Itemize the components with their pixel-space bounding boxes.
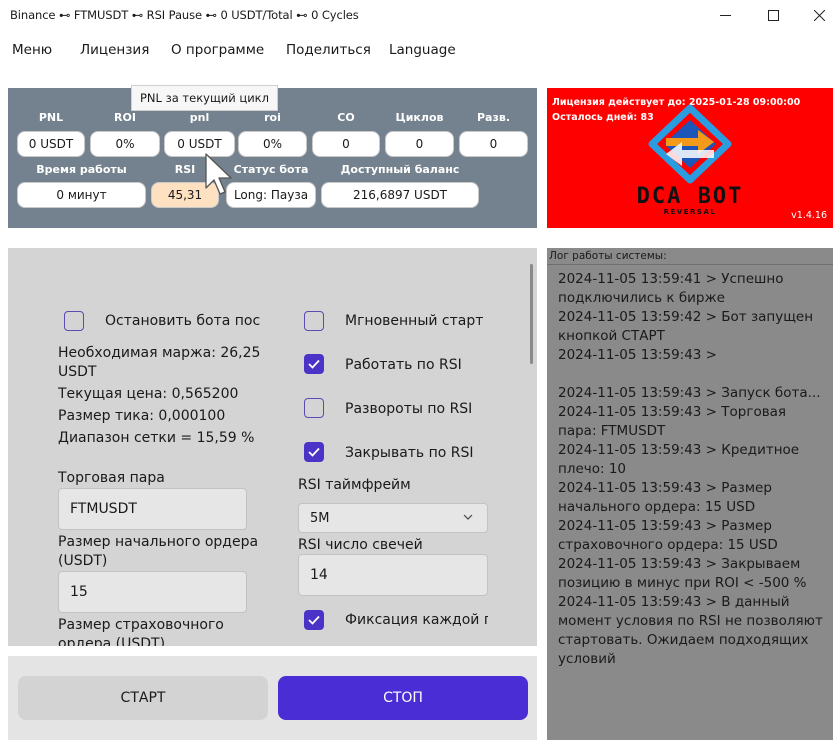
- bot-status-label: Статус бота: [233, 163, 309, 176]
- close-rsi-label: Закрывать по RSI: [345, 445, 474, 461]
- minimize-icon: [719, 14, 731, 16]
- license-banner: Лицензия действует до: 2025-01-28 09:00:…: [547, 88, 833, 228]
- grid-range-text: Диапазон сетки = 15,59 %: [58, 430, 255, 446]
- cycles-label: Циклов: [395, 111, 444, 124]
- co-label: CO: [337, 111, 355, 124]
- stop-bot-checkbox[interactable]: [64, 311, 84, 331]
- rsi-timeframe-select[interactable]: 5M: [298, 503, 488, 533]
- mouse-cursor-icon: [205, 153, 232, 195]
- work-rsi-checkbox[interactable]: [304, 354, 324, 374]
- title-bar: Binance ⊷ FTMUSDT ⊷ RSI Pause ⊷ 0 USDT/T…: [0, 0, 840, 30]
- instant-start-checkbox[interactable]: [304, 311, 324, 331]
- dca-bot-logo-icon: [648, 104, 732, 184]
- roi-cycle-value: 0%: [238, 131, 307, 157]
- price-text: Текущая цена: 0,565200: [58, 386, 239, 402]
- pnl-cycle-label: pnl: [189, 111, 210, 124]
- menu-share[interactable]: Поделиться: [286, 42, 371, 58]
- rsi-timeframe-value: 5M: [310, 510, 330, 526]
- pair-input[interactable]: FTMUSDT: [58, 488, 247, 530]
- checkmark-icon: [308, 359, 320, 369]
- menu-language[interactable]: Language: [389, 42, 456, 58]
- rsi-timeframe-label: RSI таймфрейм: [298, 477, 411, 493]
- rsi-candles-label: RSI число свечей: [298, 537, 423, 553]
- reversal-rsi-checkbox[interactable]: [304, 398, 324, 418]
- safety-order-unit-clip: ордера (USDT): [58, 636, 258, 646]
- pnl-total-value: 0 USDT: [17, 131, 85, 157]
- close-button[interactable]: [796, 0, 840, 30]
- menu-license[interactable]: Лицензия: [80, 42, 149, 58]
- tick-text: Размер тика: 0,000100: [58, 408, 226, 424]
- margin-text: Необходимая маржа: 26,25: [58, 345, 261, 361]
- minimize-button[interactable]: [702, 0, 748, 30]
- stop-bot-label: Остановить бота пос: [105, 313, 261, 329]
- menu-about[interactable]: О программе: [171, 42, 264, 58]
- log-divider: [547, 264, 833, 265]
- app-version: v1.4.16: [791, 210, 827, 221]
- window-title: Binance ⊷ FTMUSDT ⊷ RSI Pause ⊷ 0 USDT/T…: [10, 8, 359, 22]
- fix-each-label: Фиксация каждой гра: [345, 612, 488, 628]
- checkmark-icon: [308, 615, 320, 625]
- margin-unit-text: USDT: [58, 364, 97, 380]
- uptime-value: 0 минут: [17, 182, 146, 208]
- pnl-total-label: PNL: [38, 111, 64, 124]
- bot-status-value: Long: Пауза: [226, 182, 316, 208]
- reversal-rsi-label: Развороты по RSI: [345, 401, 473, 417]
- settings-scrollbar[interactable]: [530, 264, 533, 364]
- roi-total-label: ROI: [114, 111, 136, 124]
- reversals-value: 0: [459, 131, 528, 157]
- balance-value: 216,6897 USDT: [321, 182, 479, 208]
- roi-total-value: 0%: [90, 131, 160, 157]
- initial-order-unit: (USDT): [58, 553, 108, 569]
- pnl-tooltip: PNL за текущий цикл: [131, 85, 278, 111]
- fix-each-checkbox[interactable]: [304, 610, 324, 630]
- close-icon: [813, 9, 825, 21]
- maximize-button[interactable]: [750, 0, 796, 30]
- co-value: 0: [312, 131, 380, 157]
- brand-name: DCA BOT: [636, 184, 744, 209]
- pair-label: Торговая пара: [58, 470, 165, 486]
- reversals-label: Разв.: [476, 111, 511, 124]
- initial-order-label: Размер начального ордера: [58, 534, 259, 550]
- safety-order-label: Размер страховочного: [58, 617, 224, 633]
- balance-label: Доступный баланс: [340, 163, 460, 176]
- rsi-candles-input[interactable]: 14: [298, 554, 488, 596]
- uptime-label: Время работы: [36, 163, 127, 176]
- start-button[interactable]: СТАРТ: [18, 676, 268, 720]
- close-rsi-checkbox[interactable]: [304, 442, 324, 462]
- safety-order-unit: ордера (USDT): [58, 636, 166, 646]
- menu-bar: Меню Лицензия О программе Поделиться Lan…: [0, 36, 840, 66]
- log-text[interactable]: 2024-11-05 13:59:41 > Успешно подключили…: [558, 270, 826, 669]
- stop-button[interactable]: СТОП: [278, 676, 528, 720]
- chevron-down-icon: [463, 514, 473, 520]
- checkmark-icon: [308, 447, 320, 457]
- menu-main[interactable]: Меню: [12, 42, 52, 58]
- instant-start-label: Мгновенный старт: [345, 313, 484, 329]
- log-panel: Лог работы системы: 2024-11-05 13:59:41 …: [547, 248, 833, 740]
- roi-cycle-label: roi: [264, 111, 281, 124]
- brand-subtitle: REVERSAL: [663, 208, 717, 216]
- maximize-icon: [767, 9, 779, 21]
- log-title: Лог работы системы:: [549, 250, 667, 262]
- cycles-value: 0: [385, 131, 454, 157]
- fix-each-clip: Фиксация каждой гра: [345, 612, 488, 632]
- work-rsi-label: Работать по RSI: [345, 357, 462, 373]
- initial-order-input[interactable]: 15: [58, 571, 247, 613]
